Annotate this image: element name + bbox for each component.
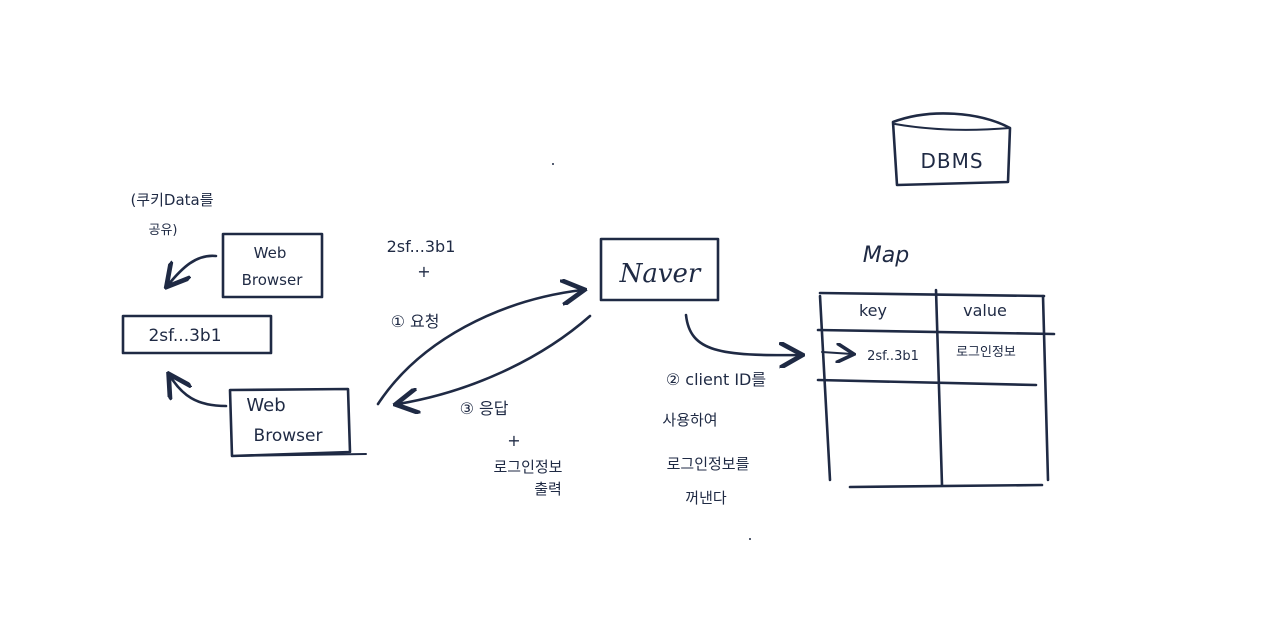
request-note: 2sf...3b1 + ① 요청	[387, 237, 456, 331]
naver-server-box: Naver	[599, 237, 720, 302]
web-browser-top: Web Browser	[221, 232, 324, 299]
map-header-value: value	[963, 301, 1007, 320]
cookie-value: 2sf...3b1	[148, 326, 221, 346]
cookie-note-line1: (쿠키Data를	[130, 191, 213, 209]
browser-top-to-cookie-arrow	[168, 254, 218, 285]
browser-top-line1: Web	[254, 244, 287, 262]
browser-bottom-to-cookie-arrow	[170, 376, 228, 408]
cookie-note-line2: 공유)	[149, 223, 178, 238]
cookie-note: (쿠키Data를 공유)	[130, 191, 213, 238]
request-note-line1: 2sf...3b1	[387, 237, 456, 256]
map-row-key: 2sf..3b1	[867, 349, 919, 364]
map-row-value: 로그인정보	[956, 345, 1016, 360]
request-note-line3: ① 요청	[391, 312, 440, 331]
web-browser-bottom: Web Browser	[228, 387, 367, 458]
server-note: ② client ID를 사용하여 로그인정보를 꺼낸다	[662, 370, 766, 507]
browser-top-line2: Browser	[242, 271, 304, 289]
dbms-box: DBMS	[891, 112, 1012, 187]
response-note-line2: +	[507, 431, 520, 450]
server-note-line3: 로그인정보를	[667, 455, 750, 473]
response-note-line3: 로그인정보	[493, 458, 562, 476]
browser-bottom-line2: Browser	[254, 426, 323, 446]
map-title: Map	[863, 243, 909, 268]
lookup-arrow	[684, 313, 800, 355]
response-note-line1: ③ 응답	[460, 399, 509, 418]
browser-bottom-line1: Web	[246, 395, 285, 416]
map-header-key: key	[859, 301, 887, 320]
naver-label: Naver	[619, 259, 702, 289]
request-arrow	[376, 290, 582, 406]
pen-dot	[552, 163, 554, 165]
map-table: key value 2sf..3b1 로그인정보	[816, 288, 1056, 489]
request-note-line2: +	[417, 262, 430, 281]
server-note-line2: 사용하여	[662, 411, 717, 429]
server-note-line4: 꺼낸다	[685, 489, 727, 507]
dbms-label: DBMS	[920, 149, 983, 173]
pen-dot	[749, 538, 751, 540]
hand-drawn-diagram: DBMS Map key value 2sf..3b1 로그인정보 Naver …	[121, 112, 1056, 540]
response-note-line4: 출력	[534, 480, 562, 498]
response-note: ③ 응답 + 로그인정보 출력	[460, 399, 563, 498]
server-note-line1: ② client ID를	[666, 370, 766, 389]
map-row-arrow	[821, 352, 852, 354]
cookie-value-box: 2sf...3b1	[121, 314, 273, 355]
